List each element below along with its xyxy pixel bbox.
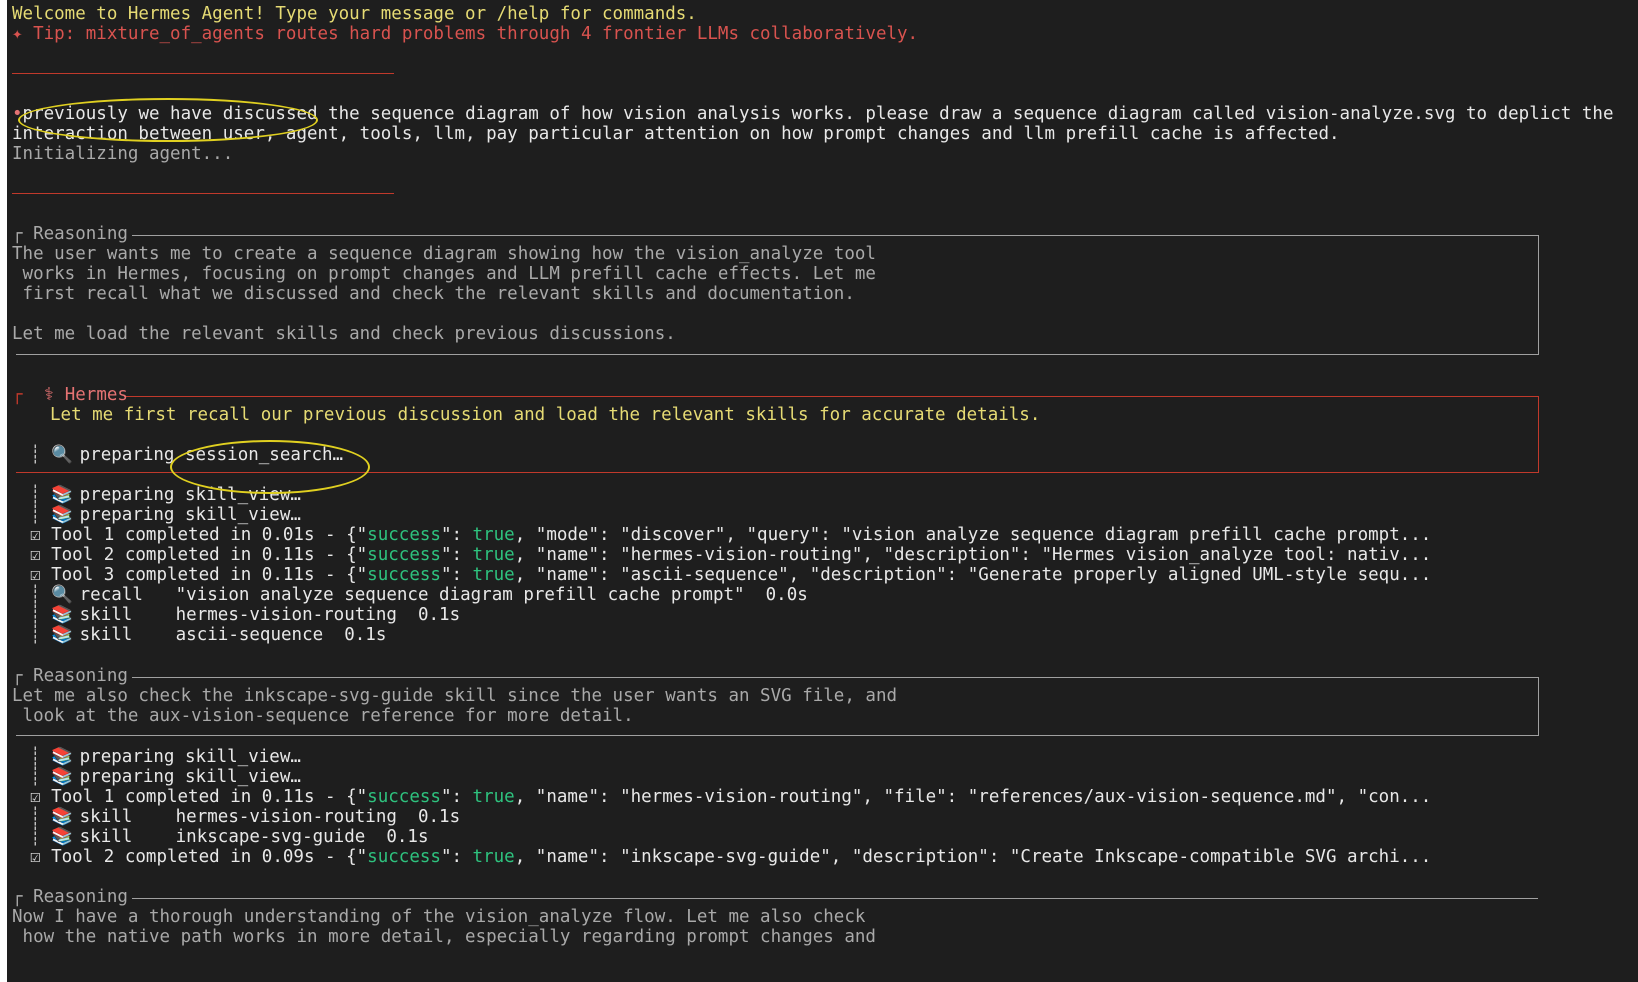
user-bullet-icon: • (12, 104, 23, 124)
book-icon: 📚 (51, 505, 73, 525)
tool-result-rest: "name": "hermes-vision-routing", "descri… (535, 545, 1432, 565)
tool-result-line: ☑ Tool 1 completed in 0.01s - {"success "… (30, 525, 1432, 545)
tip-line: ✦ Tip: mixture_of_agents routes hard pro… (12, 24, 919, 44)
reasoning-label: Reasoning (33, 887, 128, 907)
user-message-highlight: previously we have discussed (22, 104, 318, 124)
terminal-output: Welcome to Hermes Agent! Type your messa… (12, 4, 1618, 982)
summary-detail: "vision analyze sequence diagram prefill… (175, 585, 808, 605)
preparing-session-search: ┊ 🔍 preparing session_search… (30, 445, 344, 465)
preparing-tool-name: session_search… (185, 445, 344, 465)
tool-result-line: ☑ Tool 3 completed in 0.11s - {"success "… (30, 565, 1432, 585)
reasoning-text: Let me also check the inkscape-svg-guide… (12, 686, 898, 706)
summary-detail: inkscape-svg-guide 0.1s (175, 827, 429, 847)
tool-result-prefix: Tool 1 completed in 0.11s - {" (51, 787, 368, 807)
json-key-success: success (367, 787, 441, 807)
book-icon: 📚 (51, 747, 73, 767)
book-icon: 📚 (51, 827, 73, 847)
book-icon: 📚 (51, 807, 73, 827)
preparing-line: ┊ 📚 preparing skill_view… (30, 747, 301, 767)
user-message-rest: the sequence diagram of how vision analy… (317, 104, 1614, 124)
checkbox-icon: ☑ (30, 787, 41, 807)
tool-result-line: ☑ Tool 2 completed in 0.11s - {"success "… (30, 545, 1432, 565)
tool-result-rest: "mode": "discover", "query": "vision ana… (535, 525, 1432, 545)
search-icon: 🔍 (51, 585, 73, 605)
summary-detail: hermes-vision-routing 0.1s (175, 807, 461, 827)
json-value-true: true (472, 565, 515, 585)
preparing-label: preparing (79, 445, 175, 465)
reasoning-box-top (132, 898, 1538, 899)
preparing-text: preparing skill_view… (79, 485, 301, 505)
tool-result-prefix: Tool 3 completed in 0.11s - {" (51, 565, 368, 585)
tool-result-prefix: Tool 1 completed in 0.01s - {" (51, 525, 368, 545)
json-value-true: true (472, 525, 515, 545)
summary-line: ┊ 📚 skill ascii-sequence 0.1s (30, 625, 387, 645)
tool-result-rest: "name": "hermes-vision-routing", "file":… (535, 787, 1432, 807)
summary-kind: skill (79, 827, 133, 847)
summary-kind: skill (79, 807, 133, 827)
tool-result-prefix: Tool 2 completed in 0.11s - {" (51, 545, 368, 565)
separator (12, 193, 394, 194)
reasoning-text: The user wants me to create a sequence d… (12, 244, 876, 264)
user-message-line-1: •previously we have discussed the sequen… (12, 104, 1613, 125)
reasoning-text: look at the aux-vision-sequence referenc… (12, 706, 634, 726)
summary-kind: skill (79, 605, 133, 625)
checkbox-icon: ☑ (30, 525, 41, 545)
tool-result-line: ☑ Tool 1 completed in 0.11s - {"success "… (30, 787, 1432, 807)
summary-line: ┊ 🔍 recall "vision analyze sequence diagr… (30, 585, 808, 605)
tool-result-line: ☑ Tool 2 completed in 0.09s - {"success "… (30, 847, 1432, 867)
reasoning-header: ┌ Reasoning (12, 887, 128, 907)
json-key-success: success (367, 525, 441, 545)
preparing-line: ┊ 📚 preparing skill_view… (30, 505, 301, 525)
summary-detail: hermes-vision-routing 0.1s (175, 605, 461, 625)
user-message-line-2: interaction between user, agent, tools, … (12, 124, 1340, 144)
checkbox-icon: ☑ (30, 847, 41, 867)
reasoning-text: first recall what we discussed and check… (12, 284, 855, 304)
reasoning-text: works in Hermes, focusing on prompt chan… (12, 264, 876, 284)
json-value-true: true (472, 545, 515, 565)
tool-result-rest: "name": "ascii-sequence", "description":… (535, 565, 1432, 585)
json-value-true: true (472, 847, 515, 867)
search-icon: 🔍 (51, 445, 73, 465)
reasoning-text: Now I have a thorough understanding of t… (12, 907, 866, 927)
book-icon: 📚 (51, 485, 73, 505)
preparing-text: preparing skill_view… (79, 505, 301, 525)
initializing-line: Initializing agent... (12, 144, 234, 164)
book-icon: 📚 (51, 625, 73, 645)
json-key-success: success (367, 847, 441, 867)
window-edge (0, 0, 7, 982)
json-key-success: success (367, 565, 441, 585)
checkbox-icon: ☑ (30, 565, 41, 585)
book-icon: 📚 (51, 605, 73, 625)
separator (12, 73, 394, 74)
summary-detail: ascii-sequence 0.1s (175, 625, 387, 645)
summary-line: ┊ 📚 skill inkscape-svg-guide 0.1s (30, 827, 429, 847)
tool-result-prefix: Tool 2 completed in 0.09s - {" (51, 847, 368, 867)
json-value-true: true (472, 787, 515, 807)
summary-line: ┊ 📚 skill hermes-vision-routing 0.1s (30, 807, 461, 827)
summary-kind: skill (79, 625, 133, 645)
json-key-success: success (367, 545, 441, 565)
hermes-message: Let me first recall our previous discuss… (50, 405, 1041, 425)
reasoning-text: how the native path works in more detail… (12, 927, 876, 947)
preparing-line: ┊ 📚 preparing skill_view… (30, 767, 301, 787)
checkbox-icon: ☑ (30, 545, 41, 565)
preparing-text: preparing skill_view… (79, 747, 301, 767)
book-icon: 📚 (51, 767, 73, 787)
summary-kind: recall (79, 585, 143, 605)
tool-result-rest: "name": "inkscape-svg-guide", "descripti… (535, 847, 1432, 867)
preparing-text: preparing skill_view… (79, 767, 301, 787)
preparing-line: ┊ 📚 preparing skill_view… (30, 485, 301, 505)
reasoning-text: Let me load the relevant skills and chec… (12, 324, 676, 344)
welcome-line: Welcome to Hermes Agent! Type your messa… (12, 4, 697, 24)
summary-line: ┊ 📚 skill hermes-vision-routing 0.1s (30, 605, 461, 625)
